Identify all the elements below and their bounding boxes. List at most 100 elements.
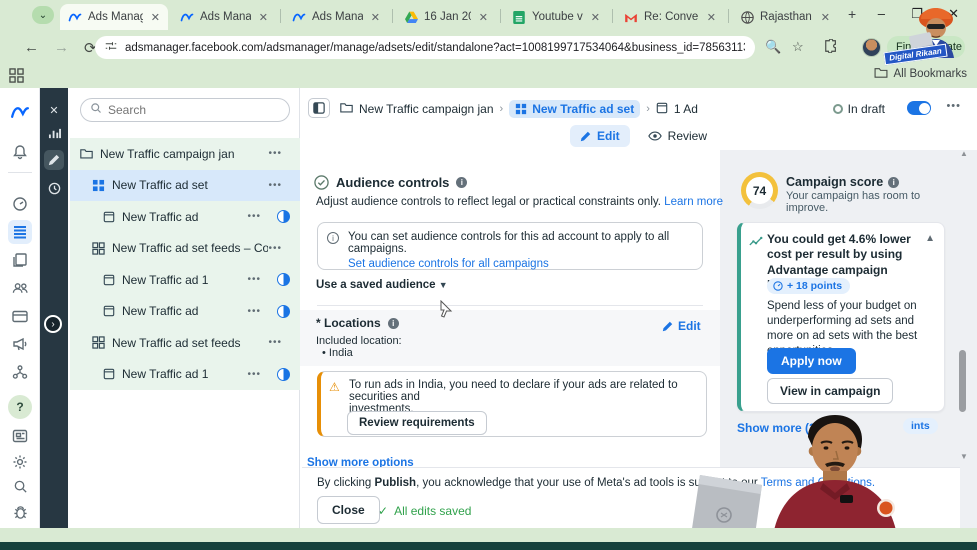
ad-status-toggle[interactable]: [277, 273, 290, 287]
score-value: 74: [746, 177, 773, 204]
profile-avatar[interactable]: [862, 38, 881, 57]
search-input[interactable]: [108, 103, 258, 117]
tab-close-icon[interactable]: ✕: [479, 11, 488, 24]
tree-row-adset-selected[interactable]: New Traffic ad set •••: [70, 169, 300, 201]
tree-row-ad[interactable]: New Traffic ad •••: [70, 295, 300, 327]
ads-megaphone-icon[interactable]: [8, 332, 32, 356]
row-menu-icon[interactable]: •••: [268, 337, 282, 348]
edit-pencil-icon[interactable]: [44, 150, 64, 170]
tab-close-icon[interactable]: ✕: [151, 11, 160, 24]
minimize-icon[interactable]: –: [878, 6, 885, 21]
breadcrumb-campaign[interactable]: New Traffic campaign jan: [359, 102, 494, 116]
forward-icon[interactable]: →: [54, 39, 69, 56]
tab-close-icon[interactable]: ✕: [259, 11, 268, 24]
header-menu-icon[interactable]: •••: [946, 100, 961, 112]
row-menu-icon[interactable]: •••: [268, 180, 282, 191]
chevron-right-icon: ›: [499, 103, 504, 115]
locations-edit-button[interactable]: Edit: [662, 319, 701, 333]
tab-ads-manager-2[interactable]: Ads Manager ✕: [172, 4, 276, 30]
view-in-campaign-button[interactable]: View in campaign: [767, 378, 894, 404]
tab-close-icon[interactable]: ✕: [707, 11, 716, 24]
events-manager-icon[interactable]: [8, 360, 32, 384]
row-menu-icon[interactable]: •••: [247, 274, 261, 285]
tab-review[interactable]: Review: [647, 129, 707, 143]
row-menu-icon[interactable]: •••: [268, 148, 282, 159]
info-icon[interactable]: i: [456, 177, 468, 188]
charts-icon[interactable]: [44, 124, 64, 144]
zoom-out-icon[interactable]: 🔍: [765, 39, 781, 55]
tab-close-icon[interactable]: ✕: [591, 11, 600, 24]
billing-icon[interactable]: [8, 304, 32, 328]
tab-divider: [500, 9, 501, 23]
bookmark-star-icon[interactable]: ☆: [792, 39, 804, 55]
tab-drive[interactable]: 16 Jan 2026 - ✕: [396, 4, 496, 30]
back-icon[interactable]: ←: [24, 39, 39, 56]
sidebar-search[interactable]: [80, 98, 290, 122]
extensions-icon[interactable]: [824, 38, 838, 56]
apps-grid-icon[interactable]: [9, 68, 24, 88]
saved-audience-dropdown[interactable]: Use a saved audience ▼: [316, 279, 448, 291]
tab-close-icon[interactable]: ✕: [371, 11, 380, 24]
row-menu-icon[interactable]: •••: [247, 306, 261, 317]
tab-ads-manager-1[interactable]: Ads Manager ✕: [60, 4, 168, 30]
status-badge: In draft: [832, 102, 885, 116]
tree-row-ad[interactable]: New Traffic ad 1 •••: [70, 264, 300, 296]
account-overview-icon[interactable]: [8, 192, 32, 216]
review-requirements-button[interactable]: Review requirements: [347, 411, 487, 435]
apply-now-button[interactable]: Apply now: [767, 348, 856, 374]
set-controls-link[interactable]: Set audience controls for all campaigns: [348, 258, 692, 270]
tree-row-adset[interactable]: New Traffic ad set feeds – Copy •••: [70, 232, 300, 264]
india-warning-box: ⚠ To run ads in India, you need to decla…: [317, 371, 707, 437]
tree-row-adset[interactable]: New Traffic ad set feeds •••: [70, 327, 300, 359]
info-icon[interactable]: i: [387, 317, 399, 329]
tab-label: Re: Conversati: [644, 11, 699, 23]
history-clock-icon[interactable]: [44, 178, 64, 198]
news-icon[interactable]: [8, 424, 32, 448]
tab-edit[interactable]: Edit: [569, 125, 630, 147]
new-tab-icon[interactable]: +: [848, 6, 856, 22]
meta-logo-icon[interactable]: [8, 100, 32, 124]
tree-row-campaign[interactable]: New Traffic campaign jan •••: [70, 138, 300, 170]
ad-status-toggle[interactable]: [277, 367, 290, 381]
notifications-bell-icon[interactable]: [8, 140, 32, 164]
row-menu-icon[interactable]: •••: [247, 211, 261, 222]
scroll-up-icon[interactable]: ▲: [960, 149, 968, 158]
scrollbar-thumb[interactable]: [959, 350, 966, 412]
adset-on-toggle[interactable]: [907, 101, 931, 115]
help-icon[interactable]: ?: [8, 395, 32, 419]
settings-gear-icon[interactable]: [8, 450, 32, 474]
close-button[interactable]: Close: [317, 496, 380, 524]
tab-sheets[interactable]: Youtube video ✕: [504, 4, 608, 30]
address-bar[interactable]: adsmanager.facebook.com/adsmanager/manag…: [95, 36, 755, 59]
ad-status-toggle[interactable]: [277, 210, 290, 224]
tree-row-ad[interactable]: New Traffic ad 1 •••: [70, 358, 300, 390]
collapse-panel-icon[interactable]: [308, 98, 330, 118]
chevron-up-icon[interactable]: ▲: [925, 233, 935, 244]
close-panel-icon[interactable]: ✕: [44, 100, 64, 120]
ads-reporting-icon[interactable]: [8, 248, 32, 272]
audiences-icon[interactable]: [8, 276, 32, 300]
chevron-right-icon: ›: [646, 103, 650, 115]
bug-report-icon[interactable]: [8, 500, 32, 524]
campaign-score-title: Campaign score i: [786, 175, 900, 189]
search-rail-icon[interactable]: [8, 474, 32, 498]
tree-row-ad[interactable]: New Traffic ad •••: [70, 201, 300, 233]
site-settings-icon[interactable]: [105, 39, 117, 57]
breadcrumb-adset[interactable]: New Traffic ad set: [509, 100, 641, 118]
breadcrumb-ad[interactable]: 1 Ad: [674, 102, 698, 116]
row-menu-icon[interactable]: •••: [268, 243, 282, 254]
ad-page-icon: [103, 211, 115, 223]
tab-rajasthan[interactable]: Rajasthan PIN ✕: [732, 4, 838, 30]
row-menu-icon[interactable]: •••: [247, 369, 261, 380]
learn-more-link[interactable]: Learn more: [664, 196, 723, 208]
ad-status-toggle[interactable]: [277, 304, 290, 318]
tab-gmail[interactable]: Re: Conversati ✕: [616, 4, 724, 30]
info-icon[interactable]: i: [888, 176, 900, 188]
campaigns-table-icon[interactable]: [8, 220, 32, 244]
ad-page-icon: [103, 274, 115, 286]
tab-close-icon[interactable]: ✕: [821, 11, 830, 24]
expand-sidebar-icon[interactable]: ›: [44, 315, 62, 333]
tab-search-chevron-icon[interactable]: ⌄: [32, 6, 54, 24]
tab-ads-manager-3[interactable]: Ads Manager ✕: [284, 4, 388, 30]
warning-text-line1: To run ads in India, you need to declare…: [349, 379, 678, 403]
